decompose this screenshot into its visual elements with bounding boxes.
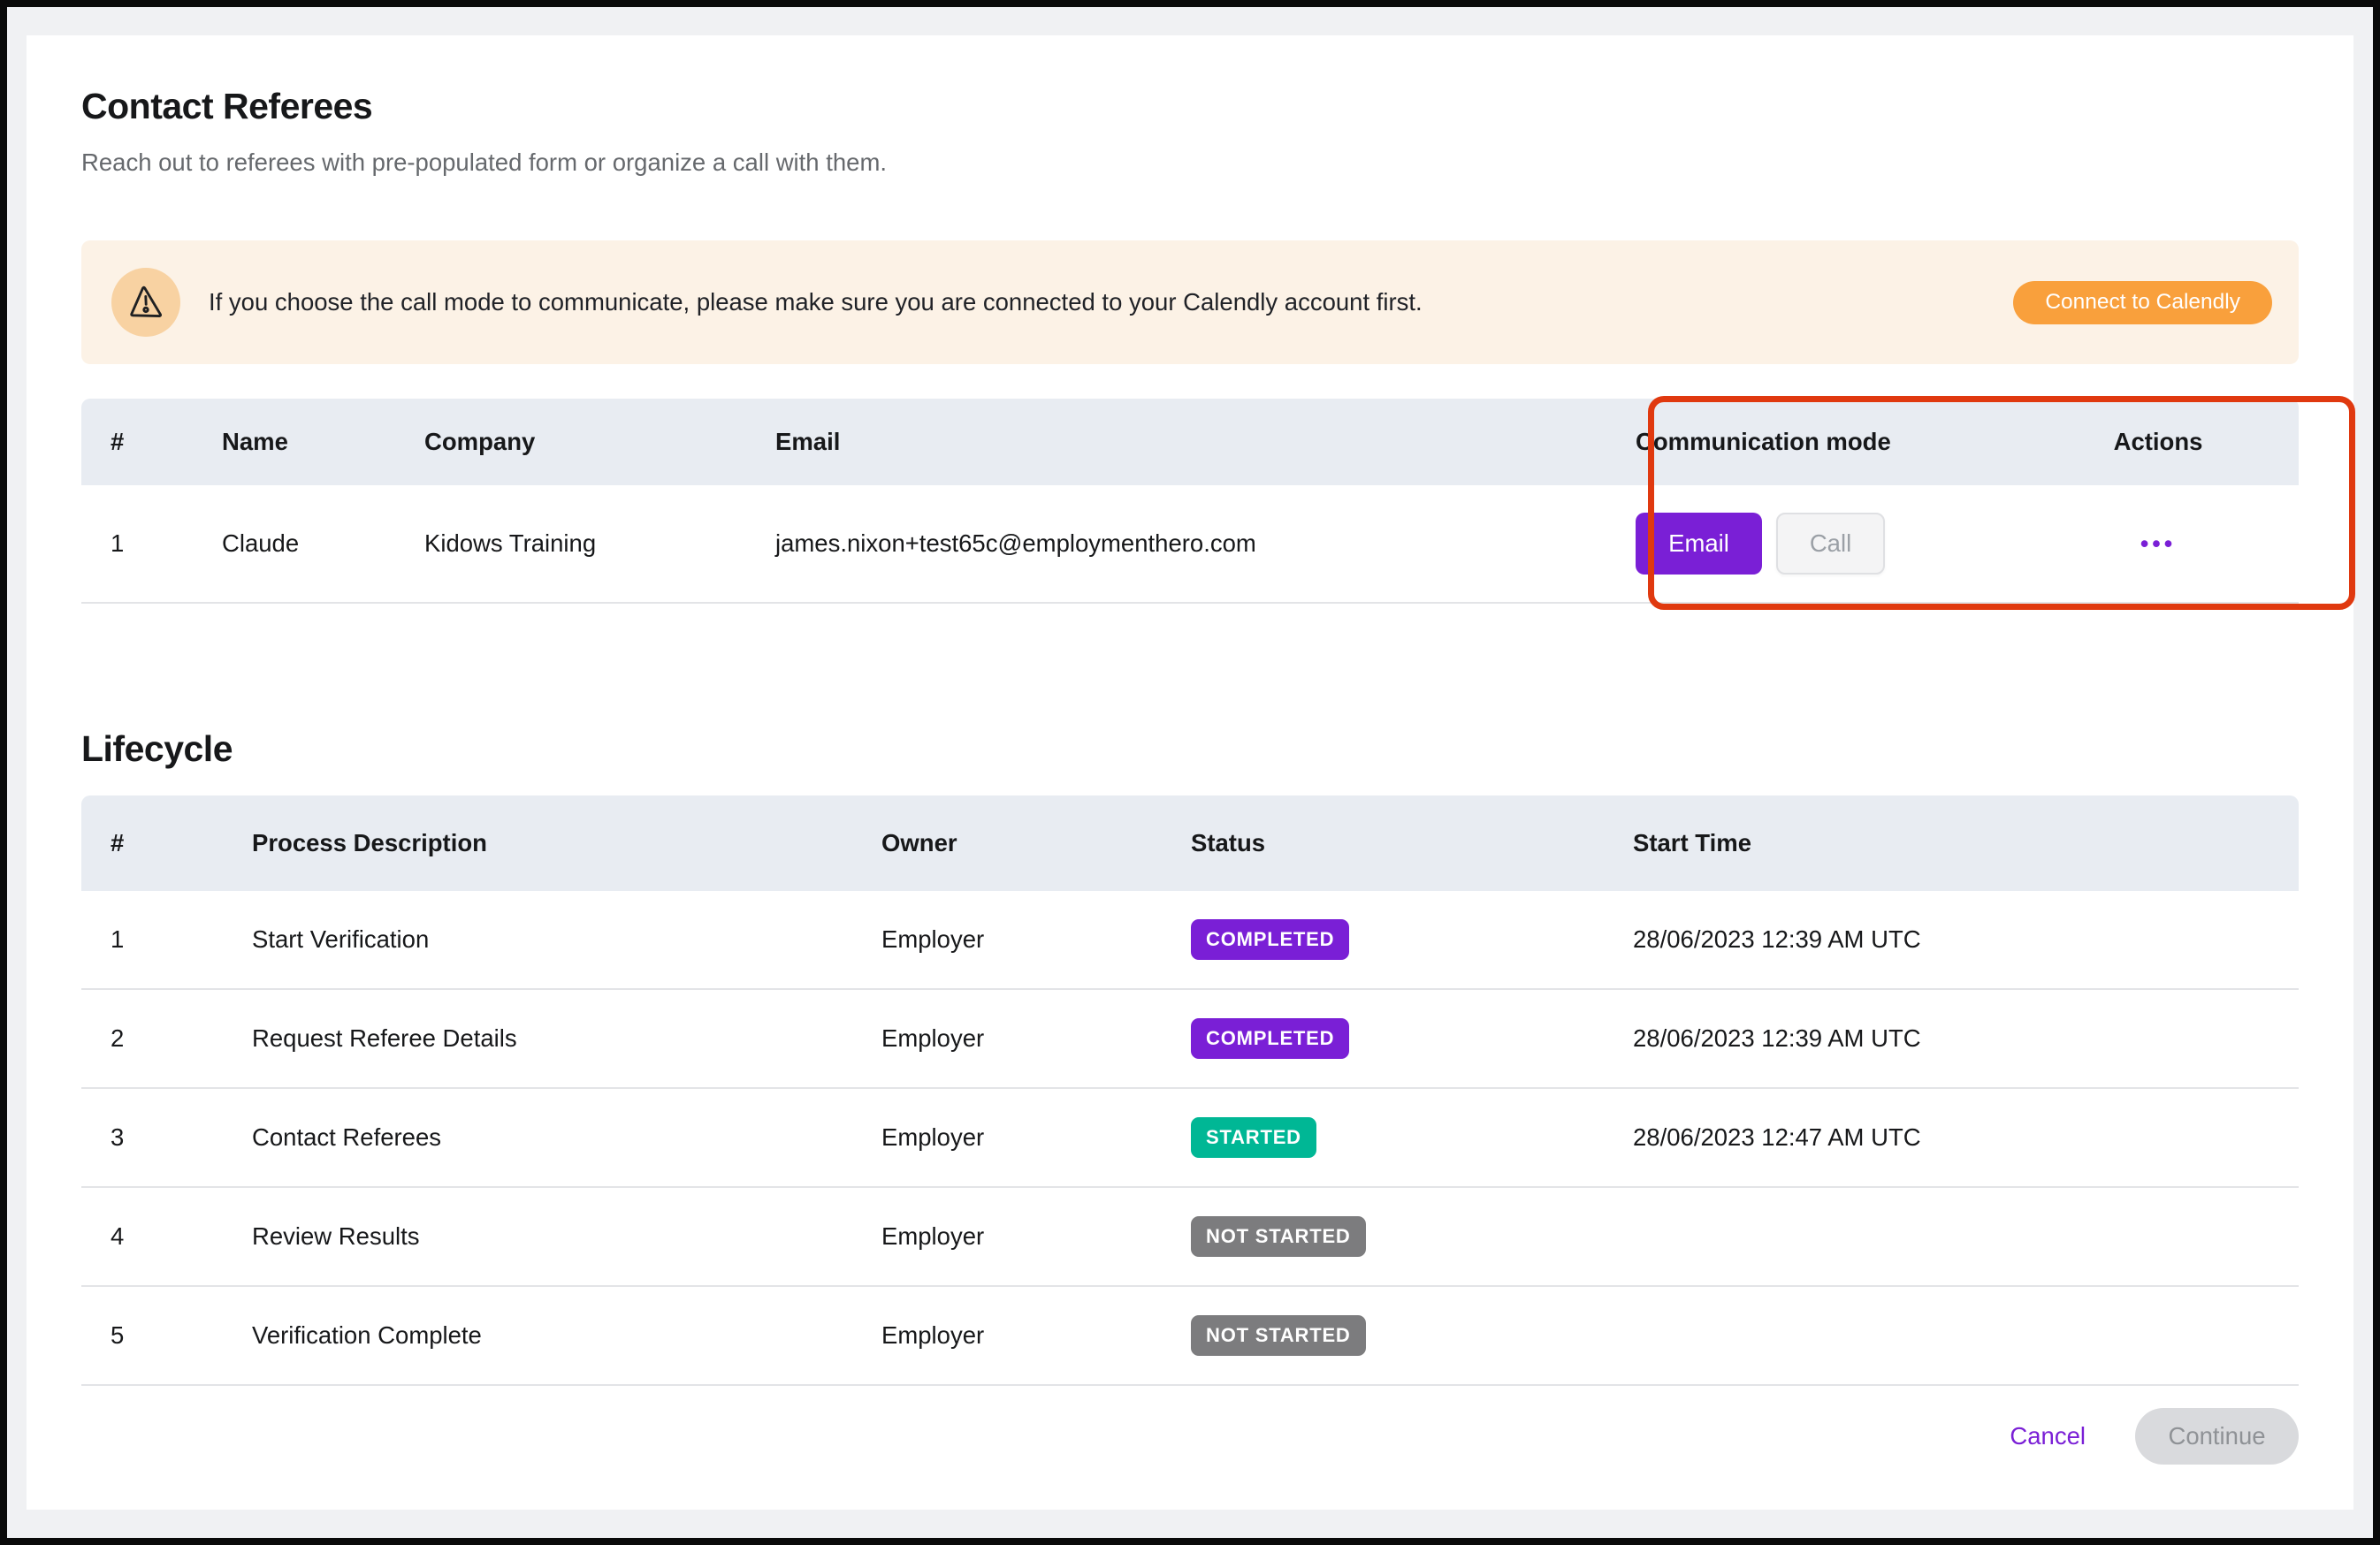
lifecycle-table-header: # Process Description Owner Status Start… xyxy=(81,795,2299,891)
lifecycle-row-owner: Employer xyxy=(881,1321,1191,1350)
lifecycle-row-start-time: 28/06/2023 12:47 AM UTC xyxy=(1633,1123,2299,1152)
referees-header-name: Name xyxy=(222,428,424,456)
lifecycle-table-row: 1 Start Verification Employer COMPLETED … xyxy=(81,891,2299,990)
status-badge: STARTED xyxy=(1191,1117,1316,1158)
page-title: Contact Referees xyxy=(81,84,372,128)
lifecycle-header-index: # xyxy=(111,829,252,857)
lifecycle-row-index: 4 xyxy=(111,1222,252,1251)
lifecycle-row-description: Start Verification xyxy=(252,925,881,954)
call-mode-button[interactable]: Call xyxy=(1776,513,1885,575)
lifecycle-table-row: 2 Request Referee Details Employer COMPL… xyxy=(81,990,2299,1089)
content-card: Contact Referees Reach out to referees w… xyxy=(27,35,2353,1510)
lifecycle-row-description: Contact Referees xyxy=(252,1123,881,1152)
referee-table-row: 1 Claude Kidows Training james.nixon+tes… xyxy=(81,485,2299,604)
lifecycle-row-description: Review Results xyxy=(252,1222,881,1251)
lifecycle-table-row: 4 Review Results Employer NOT STARTED xyxy=(81,1188,2299,1287)
lifecycle-row-index: 5 xyxy=(111,1321,252,1350)
page-subtitle: Reach out to referees with pre-populated… xyxy=(81,148,887,178)
referees-header-index: # xyxy=(111,428,222,456)
status-badge: NOT STARTED xyxy=(1191,1315,1366,1356)
lifecycle-table-body: 1 Start Verification Employer COMPLETED … xyxy=(81,891,2299,1386)
referees-header-email: Email xyxy=(775,428,1636,456)
lifecycle-row-index: 1 xyxy=(111,925,252,954)
status-badge: COMPLETED xyxy=(1191,919,1349,960)
referee-company: Kidows Training xyxy=(424,529,775,558)
lifecycle-row-owner: Employer xyxy=(881,925,1191,954)
lifecycle-row-description: Request Referee Details xyxy=(252,1024,881,1053)
footer-actions: Cancel Continue xyxy=(2010,1408,2299,1465)
lifecycle-header-status: Status xyxy=(1191,829,1633,857)
lifecycle-row-index: 2 xyxy=(111,1024,252,1053)
lifecycle-section-title: Lifecycle xyxy=(81,727,233,771)
cancel-button[interactable]: Cancel xyxy=(2010,1422,2086,1450)
lifecycle-row-owner: Employer xyxy=(881,1024,1191,1053)
lifecycle-header-owner: Owner xyxy=(881,829,1191,857)
referees-table-header: # Name Company Email Communication mode … xyxy=(81,399,2299,485)
status-badge: NOT STARTED xyxy=(1191,1216,1366,1257)
warning-triangle-icon xyxy=(111,268,180,337)
ellipsis-actions-icon[interactable]: ••• xyxy=(2140,530,2176,557)
screenshot-frame: Contact Referees Reach out to referees w… xyxy=(0,0,2380,1545)
communication-mode-toggle: Email Call xyxy=(1636,513,2109,575)
referees-header-actions: Actions xyxy=(2109,428,2208,456)
referees-header-company: Company xyxy=(424,428,775,456)
referee-name: Claude xyxy=(222,529,424,558)
calendly-warning-banner: If you choose the call mode to communica… xyxy=(81,240,2299,364)
lifecycle-row-owner: Employer xyxy=(881,1222,1191,1251)
referee-email: james.nixon+test65c@employmenthero.com xyxy=(775,529,1636,558)
continue-button[interactable]: Continue xyxy=(2135,1408,2299,1465)
status-badge: COMPLETED xyxy=(1191,1018,1349,1059)
referee-index: 1 xyxy=(111,529,222,558)
lifecycle-row-owner: Employer xyxy=(881,1123,1191,1152)
banner-message: If you choose the call mode to communica… xyxy=(209,288,1423,316)
lifecycle-row-start-time: 28/06/2023 12:39 AM UTC xyxy=(1633,925,2299,954)
email-mode-button[interactable]: Email xyxy=(1636,513,1762,575)
connect-to-calendly-button[interactable]: Connect to Calendly xyxy=(2013,281,2272,324)
lifecycle-table-row: 3 Contact Referees Employer STARTED 28/0… xyxy=(81,1089,2299,1188)
referees-header-mode: Communication mode xyxy=(1636,428,2109,456)
lifecycle-row-index: 3 xyxy=(111,1123,252,1152)
page-background: Contact Referees Reach out to referees w… xyxy=(7,7,2373,1538)
lifecycle-header-description: Process Description xyxy=(252,829,881,857)
lifecycle-table-row: 5 Verification Complete Employer NOT STA… xyxy=(81,1287,2299,1386)
lifecycle-row-start-time: 28/06/2023 12:39 AM UTC xyxy=(1633,1024,2299,1053)
lifecycle-row-description: Verification Complete xyxy=(252,1321,881,1350)
lifecycle-header-start-time: Start Time xyxy=(1633,829,2299,857)
